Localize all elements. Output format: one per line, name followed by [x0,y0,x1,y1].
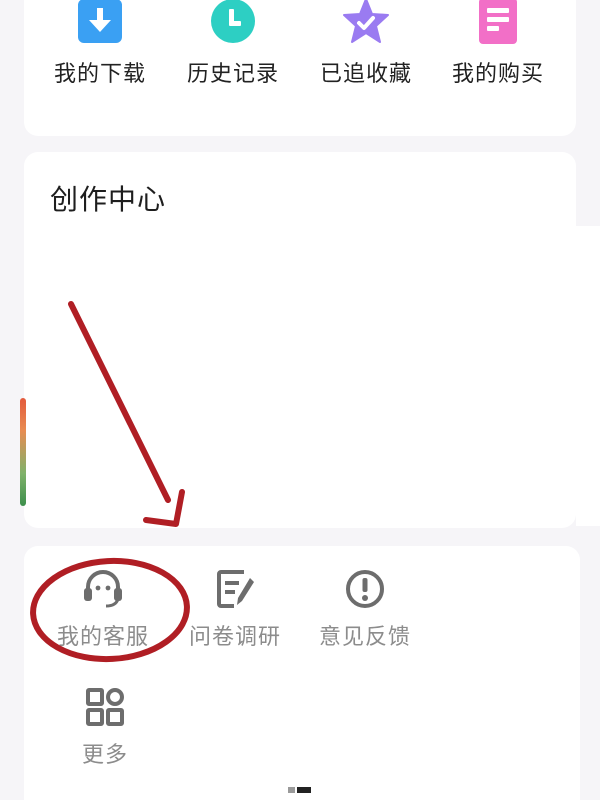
quick-actions-card: 我的下载 历史记录 已追收藏 我的购买 [24,0,576,136]
home-indicator-segment [288,787,295,793]
service-label: 问卷调研 [188,625,281,650]
clock-icon [211,0,255,43]
my-downloads-button[interactable]: 我的下载 [40,0,160,88]
service-label: 我的客服 [56,625,149,650]
creator-center-title: 创作中心 [50,183,167,216]
feedback-icon [346,570,384,608]
feedback-button[interactable]: 意见反馈 [300,568,430,651]
more-button[interactable]: 更多 [40,686,170,769]
download-icon [78,0,122,43]
receipt-icon [479,0,517,44]
service-label: 意见反馈 [318,625,411,650]
service-label: 更多 [81,743,128,768]
banner-image-edge [20,398,26,506]
favorites-button[interactable]: 已追收藏 [306,0,426,88]
home-indicator-segment [297,787,311,793]
star-icon [343,0,389,43]
customer-service-icon [84,570,122,608]
more-grid-icon [86,688,124,726]
history-button[interactable]: 历史记录 [173,0,293,88]
quick-action-label: 我的下载 [53,62,146,87]
side-panel-edge [576,226,600,526]
survey-icon [217,570,254,608]
home-indicator [288,787,312,795]
my-purchases-button[interactable]: 我的购买 [438,0,558,88]
quick-action-label: 历史记录 [186,62,279,87]
creator-center-card: 创作中心 [24,152,576,528]
quick-action-label: 我的购买 [451,62,544,87]
survey-button[interactable]: 问卷调研 [170,568,300,651]
quick-action-label: 已追收藏 [319,62,412,87]
customer-service-button[interactable]: 我的客服 [38,568,168,651]
services-card: 我的客服 问卷调研 意见反馈 更多 [24,546,580,800]
screen: { "quick_actions": [ {"label": "我的下载", "… [0,0,600,800]
